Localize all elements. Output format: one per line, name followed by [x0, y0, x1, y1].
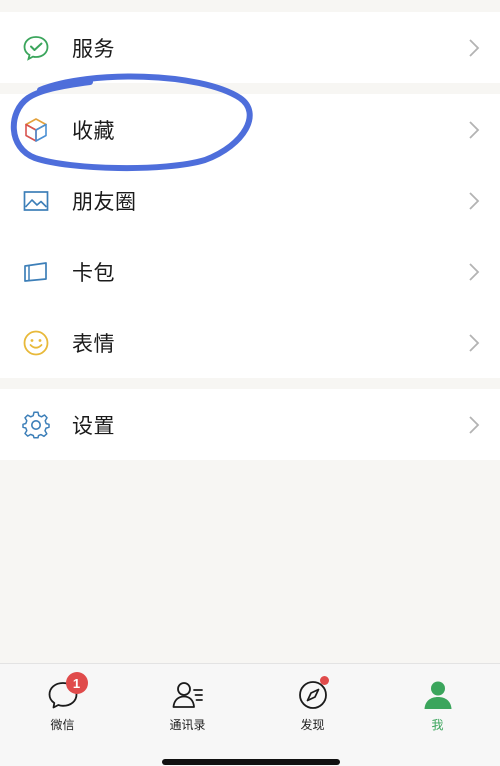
- chevron-right-icon: [469, 120, 480, 139]
- menu-label-moments: 朋友圈: [72, 189, 137, 214]
- menu-item-favorites[interactable]: 收藏: [0, 94, 500, 165]
- tab-label-contacts: 通讯录: [169, 718, 206, 732]
- notification-dot: [319, 676, 329, 685]
- tab-contacts[interactable]: 通讯录: [125, 664, 250, 744]
- menu-label-settings: 设置: [72, 413, 115, 438]
- home-indicator: [162, 759, 340, 765]
- tab-discover[interactable]: 发现: [250, 664, 375, 744]
- tab-label-discover: 发现: [300, 718, 325, 732]
- unread-badge: 1: [65, 672, 88, 694]
- gear-icon: [21, 410, 51, 440]
- cube-icon: [21, 115, 51, 145]
- compass-icon: [296, 676, 330, 712]
- menu-item-stickers[interactable]: 表情: [0, 307, 500, 378]
- chevron-right-icon: [469, 191, 480, 210]
- tab-bar: 1 微信 通讯录 发现 我: [0, 663, 500, 766]
- menu-item-settings[interactable]: 设置: [0, 389, 500, 460]
- chevron-right-icon: [469, 262, 480, 281]
- tab-label-chats: 微信: [50, 718, 75, 732]
- chevron-right-icon: [469, 333, 480, 352]
- menu-item-moments[interactable]: 朋友圈: [0, 165, 500, 236]
- tab-chats[interactable]: 1 微信: [0, 664, 125, 744]
- tab-me[interactable]: 我: [375, 664, 500, 744]
- tab-label-me: 我: [431, 718, 444, 732]
- menu-label-services: 服务: [72, 36, 115, 61]
- menu-label-favorites: 收藏: [72, 118, 115, 143]
- wechat-pay-icon: [21, 33, 51, 63]
- menu-label-stickers: 表情: [72, 331, 115, 356]
- discover-section: 收藏 朋友圈 卡包 表情: [0, 94, 500, 378]
- services-section: 服务: [0, 12, 500, 83]
- chevron-right-icon: [469, 38, 480, 57]
- settings-section: 设置: [0, 389, 500, 460]
- smiley-icon: [21, 328, 51, 358]
- chevron-right-icon: [469, 415, 480, 434]
- person-icon: [421, 678, 455, 712]
- menu-item-services[interactable]: 服务: [0, 12, 500, 83]
- menu-item-cards[interactable]: 卡包: [0, 236, 500, 307]
- contacts-icon: [171, 678, 205, 712]
- menu-label-cards: 卡包: [72, 260, 115, 285]
- image-icon: [21, 186, 51, 216]
- chat-bubble-icon: 1: [46, 672, 88, 712]
- card-wallet-icon: [21, 257, 51, 287]
